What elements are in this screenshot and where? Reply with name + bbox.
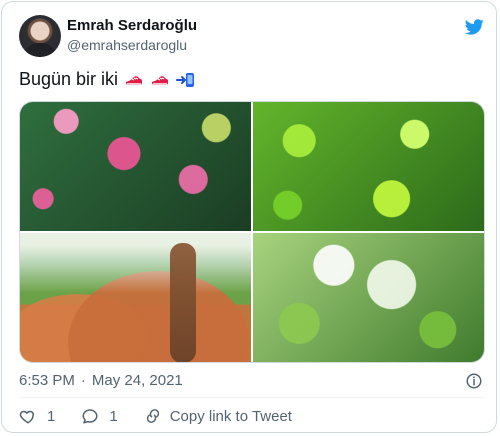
twitter-bird-icon[interactable] [462,17,486,37]
running-shoe-icon [150,72,170,88]
tweet-card: Emrah Serdaroğlu @emrahserdaroglu Bugün … [1,1,497,433]
photo-1[interactable] [20,102,251,231]
tweet-text-content: Bugün bir iki [19,69,119,89]
phone-arrow-icon [176,72,196,88]
tweet-actions: 1 1 Copy link to Tweet [19,407,292,425]
tweet-timestamp[interactable]: 6:53 PM · May 24, 2021 [19,372,183,389]
avatar[interactable] [19,15,61,57]
author-name[interactable]: Emrah Serdaroğlu [67,17,197,34]
divider [19,397,485,398]
tweet-text: Bugün bir iki [19,69,196,90]
heart-icon [19,407,37,425]
photo-2[interactable] [253,102,484,231]
info-icon[interactable] [465,372,483,390]
running-shoe-icon [124,72,144,88]
like-button[interactable]: 1 [19,407,55,425]
photo-3[interactable] [20,233,251,362]
media-grid[interactable] [19,101,485,363]
timestamp-separator: · [80,372,86,389]
like-count: 1 [47,407,56,425]
reply-button[interactable]: 1 [81,407,118,425]
copy-link-button[interactable]: Copy link to Tweet [144,407,292,425]
copy-link-label: Copy link to Tweet [169,407,292,425]
link-icon [144,407,162,425]
tweet-date: May 24, 2021 [91,372,183,389]
photo-4[interactable] [253,233,484,362]
author-handle[interactable]: @emrahserdaroglu [67,37,187,53]
tweet-time: 6:53 PM [19,372,75,389]
reply-icon [81,407,99,425]
reply-count: 1 [109,407,118,425]
